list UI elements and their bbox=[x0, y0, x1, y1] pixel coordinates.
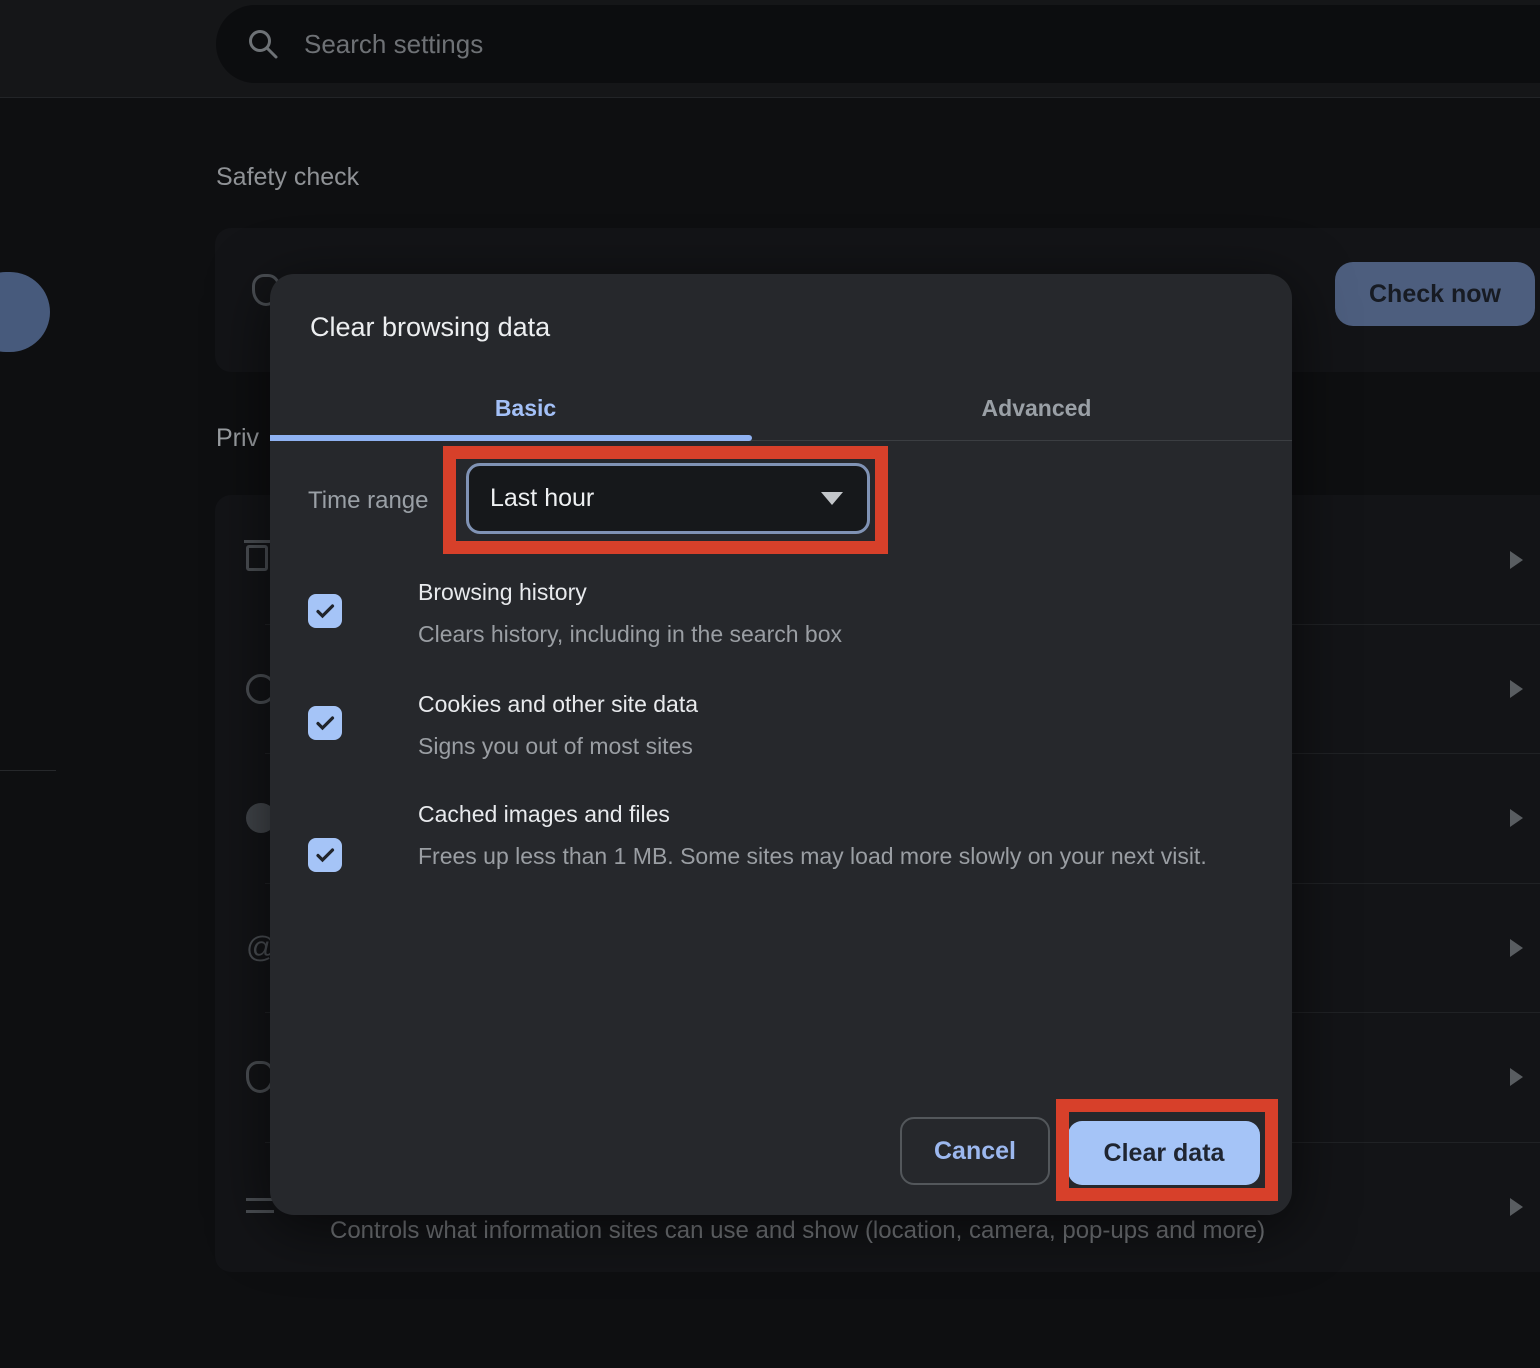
site-settings-description: Controls what information sites can use … bbox=[330, 1217, 1266, 1244]
checkmark-icon bbox=[316, 716, 335, 731]
active-tab-underline bbox=[270, 435, 752, 441]
chevron-right-icon bbox=[1510, 939, 1523, 957]
search-bar[interactable] bbox=[216, 5, 1540, 83]
chevron-right-icon bbox=[1510, 809, 1523, 827]
time-range-label: Time range bbox=[308, 487, 429, 514]
tab-basic[interactable]: Basic bbox=[270, 377, 781, 440]
search-icon bbox=[249, 30, 278, 59]
option-description: Signs you out of most sites bbox=[418, 733, 693, 759]
cancel-button[interactable]: Cancel bbox=[900, 1117, 1050, 1185]
chevron-right-icon bbox=[1510, 1198, 1523, 1216]
checkmark-icon bbox=[316, 848, 335, 863]
dialog-title: Clear browsing data bbox=[310, 312, 551, 342]
clear-browsing-data-dialog: Clear browsing data Basic Advanced Time … bbox=[270, 274, 1292, 1215]
check-now-button[interactable]: Check now bbox=[1335, 262, 1535, 326]
settings-header bbox=[0, 0, 1540, 98]
chevron-right-icon bbox=[1510, 1068, 1523, 1086]
dropdown-caret-icon bbox=[821, 492, 843, 505]
search-input[interactable] bbox=[302, 27, 1202, 61]
cookies-checkbox[interactable] bbox=[308, 706, 342, 740]
option-description: Frees up less than 1 MB. Some sites may … bbox=[418, 843, 1207, 869]
chevron-right-icon bbox=[1510, 551, 1523, 569]
option-title: Cookies and other site data bbox=[418, 691, 699, 717]
checkmark-icon bbox=[316, 604, 335, 619]
sidebar-divider bbox=[0, 770, 56, 771]
dialog-tabbar: Basic Advanced bbox=[270, 377, 1292, 441]
option-title: Cached images and files bbox=[418, 801, 670, 827]
tab-advanced[interactable]: Advanced bbox=[781, 377, 1292, 440]
privacy-section-heading: Priv bbox=[216, 424, 260, 452]
delete-browsing-data-icon bbox=[244, 540, 274, 571]
chevron-right-icon bbox=[1510, 680, 1523, 698]
time-range-select[interactable]: Last hour bbox=[466, 463, 870, 534]
browsing-history-checkbox[interactable] bbox=[308, 594, 342, 628]
option-title: Browsing history bbox=[418, 579, 587, 605]
sidebar-selected-item-pill[interactable] bbox=[0, 272, 50, 352]
time-range-selected-value: Last hour bbox=[490, 484, 595, 512]
safety-check-heading: Safety check bbox=[216, 163, 360, 191]
option-description: Clears history, including in the search … bbox=[418, 621, 843, 647]
clear-data-button[interactable]: Clear data bbox=[1068, 1121, 1260, 1185]
cached-images-checkbox[interactable] bbox=[308, 838, 342, 872]
chrome-settings-screen: Safety check Check now Priv @ bbox=[0, 0, 1540, 1368]
